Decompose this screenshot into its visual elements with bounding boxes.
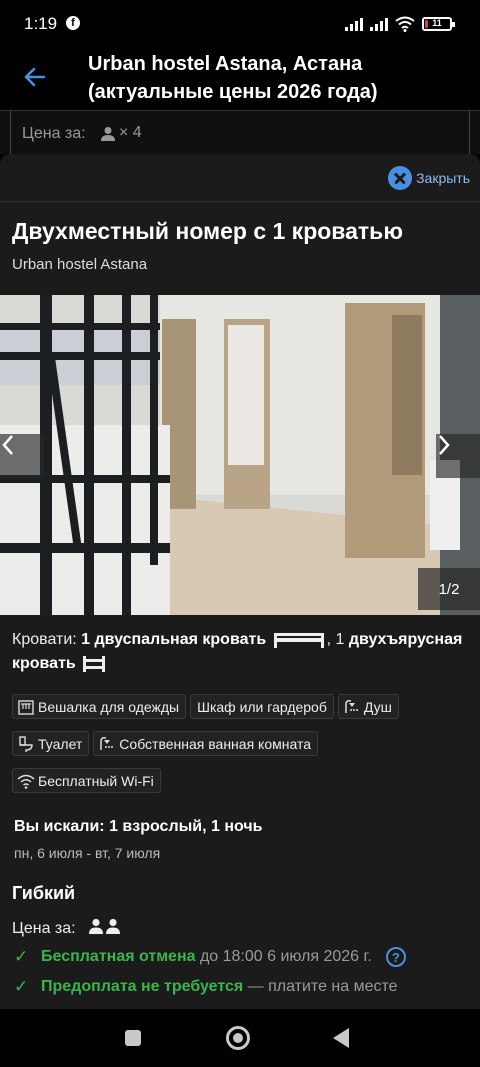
bath-icon bbox=[100, 736, 114, 750]
battery-icon: 11 bbox=[422, 17, 455, 31]
check-icon: ✓ bbox=[14, 977, 29, 996]
chevron-right-icon bbox=[439, 435, 450, 455]
search-dates: пн, 6 июля - вт, 7 июля bbox=[14, 845, 161, 861]
bed-double-label: 1 двуспальная кровать bbox=[81, 631, 267, 648]
photo-counter: 1/2 bbox=[418, 568, 480, 610]
hanger-icon bbox=[18, 699, 34, 715]
signal-icon bbox=[345, 17, 363, 31]
wifi-icon bbox=[17, 774, 35, 789]
toilet-icon bbox=[19, 735, 33, 752]
room-title: Двухместный номер с 1 кроватью bbox=[12, 218, 403, 244]
room-photo-image bbox=[0, 295, 480, 615]
feature-title: Бесплатная отмена bbox=[41, 948, 196, 965]
underlying-price-row: Цена за: × 4 bbox=[0, 110, 480, 154]
status-time: 1:19 bbox=[24, 14, 58, 33]
check-icon: ✓ bbox=[14, 947, 29, 966]
status-bar: 1:19 f 11 bbox=[0, 0, 480, 50]
plan-name: Гибкий bbox=[12, 883, 76, 903]
home-button[interactable] bbox=[226, 1026, 250, 1050]
system-back-button[interactable] bbox=[333, 1028, 349, 1048]
back-arrow-icon[interactable] bbox=[18, 60, 52, 94]
beds-separator: , 1 bbox=[326, 631, 345, 648]
system-navigation-bar bbox=[0, 1009, 480, 1067]
amenity-label: Шкаф или гардероб bbox=[197, 698, 327, 715]
plan-price-label: Цена за: bbox=[12, 920, 76, 937]
amenity-label: Душ bbox=[363, 698, 392, 715]
room-photo[interactable]: 1/2 bbox=[0, 295, 480, 615]
battery-level: 11 bbox=[432, 18, 442, 28]
close-icon bbox=[388, 166, 413, 190]
app-header: Urban hostel Astana, Астана (актуальные … bbox=[0, 50, 480, 110]
feature-detail: — платите на месте bbox=[243, 978, 398, 995]
amenity-toilet: Туалет bbox=[12, 731, 90, 756]
facebook-notification-icon: f bbox=[66, 16, 80, 30]
feature-title: Предоплата не требуется bbox=[41, 978, 244, 995]
page-title: Urban hostel Astana, Астана (актуальные … bbox=[88, 53, 378, 103]
price-label: Цена за: bbox=[22, 125, 86, 142]
recent-apps-button[interactable] bbox=[125, 1030, 141, 1046]
amenity-wardrobe: Шкаф или гардероб bbox=[190, 694, 334, 719]
person-icon bbox=[101, 127, 115, 141]
room-details-sheet: Закрыть Двухместный номер с 1 кроватью U… bbox=[0, 154, 480, 1009]
feature-no-prepayment: ✓ Предоплата не требуется — платите на м… bbox=[14, 977, 398, 997]
beds-info: Кровати: 1 двуспальная кровать , 1 двухъ… bbox=[12, 628, 472, 676]
chevron-left-icon bbox=[2, 435, 13, 455]
bunk-bed-icon bbox=[83, 655, 106, 672]
close-button[interactable]: Закрыть bbox=[388, 164, 470, 192]
amenity-label: Туалет bbox=[38, 735, 83, 752]
beds-prefix: Кровати: bbox=[12, 631, 77, 648]
search-summary: Вы искали: 1 взрослый, 1 ночь bbox=[14, 818, 263, 835]
two-persons-icon bbox=[89, 918, 120, 934]
amenity-hanger: Вешалка для одежды bbox=[12, 694, 187, 719]
occupancy-multiplier: × 4 bbox=[119, 124, 142, 141]
amenities-list: Вешалка для одежды Шкаф или гардероб Душ… bbox=[12, 694, 472, 793]
hostel-name: Urban hostel Astana bbox=[12, 256, 148, 273]
feature-detail: до 18:00 6 июля 2026 г. bbox=[195, 948, 372, 965]
feature-free-cancellation: ✓ Бесплатная отмена до 18:00 6 июля 2026… bbox=[14, 947, 406, 967]
sheet-header: Закрыть bbox=[0, 154, 480, 202]
signal-icon-2 bbox=[370, 17, 388, 31]
amenity-label: Вешалка для одежды bbox=[38, 698, 180, 715]
amenity-label: Собственная ванная комната bbox=[119, 735, 311, 752]
amenity-label: Бесплатный Wi-Fi bbox=[38, 772, 154, 789]
close-label: Закрыть bbox=[416, 170, 470, 186]
next-photo-button[interactable] bbox=[436, 434, 480, 478]
amenity-wifi: Бесплатный Wi-Fi bbox=[12, 768, 161, 793]
wifi-status-icon bbox=[395, 16, 415, 32]
prev-photo-button[interactable] bbox=[0, 434, 44, 478]
help-icon[interactable]: ? bbox=[385, 947, 406, 967]
amenity-shower: Душ bbox=[337, 694, 399, 719]
double-bed-icon bbox=[273, 632, 324, 648]
shower-icon bbox=[345, 699, 358, 713]
amenity-bathroom: Собственная ванная комната bbox=[93, 731, 318, 756]
status-icons: 11 bbox=[345, 14, 455, 34]
